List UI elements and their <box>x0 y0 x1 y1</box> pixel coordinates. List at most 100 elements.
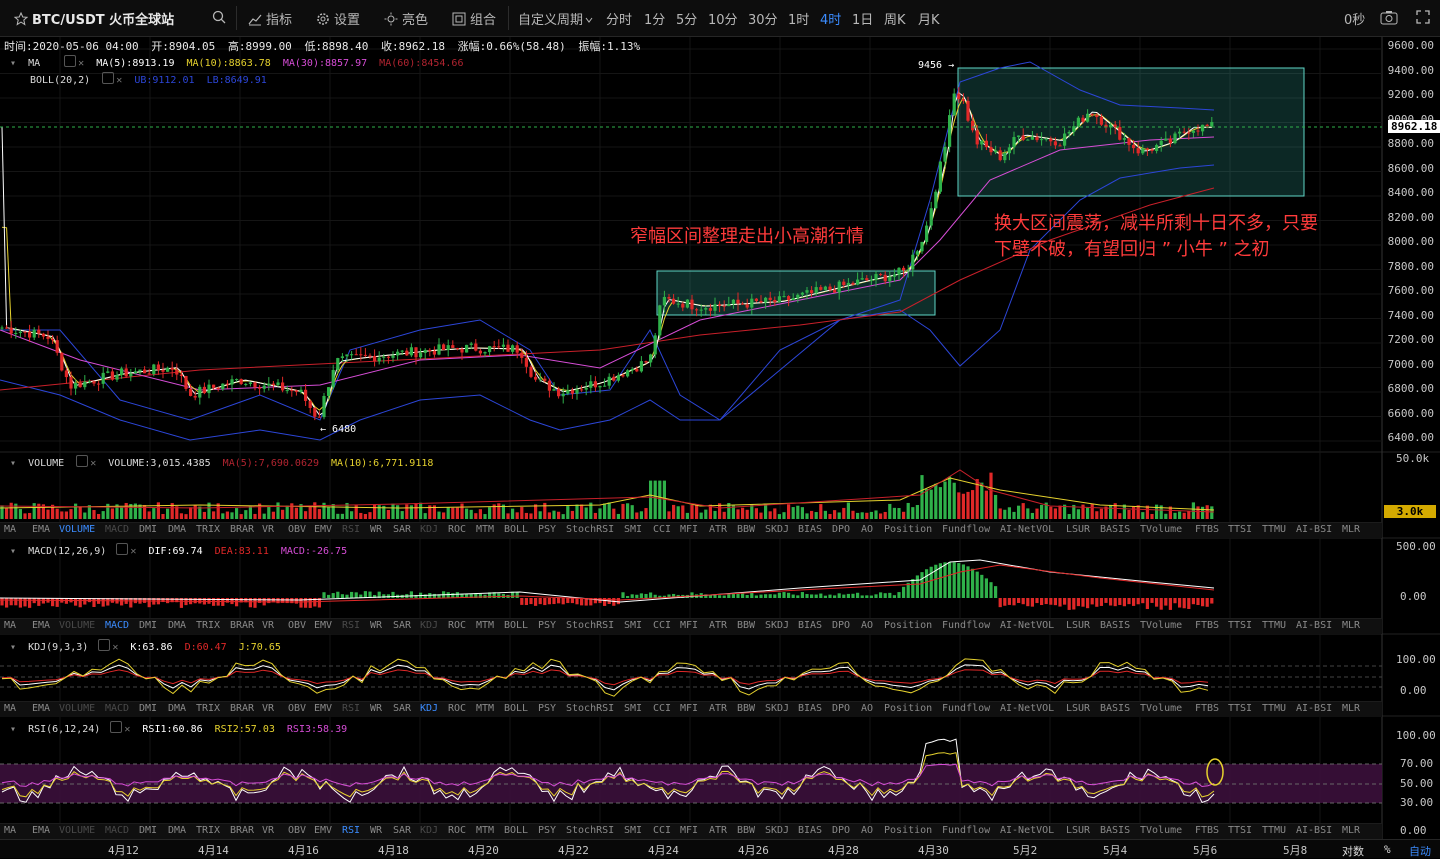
indicator-tab-sar[interactable]: SAR <box>393 524 411 535</box>
indicator-tab-ao[interactable]: AO <box>861 524 873 535</box>
indicator-tab-ttsi[interactable]: TTSI <box>1228 703 1252 714</box>
custom-period-dropdown[interactable]: 自定义周期 <box>518 9 593 28</box>
indicator-tab-atr[interactable]: ATR <box>709 524 727 535</box>
period-tab[interactable]: 分时 <box>606 9 632 28</box>
indicator-tab-mfi[interactable]: MFI <box>680 620 698 631</box>
indicator-tab-psy[interactable]: PSY <box>538 703 556 714</box>
indicator-settings-icon[interactable] <box>102 72 115 84</box>
indicator-tab-mlr[interactable]: MLR <box>1342 620 1360 631</box>
indicator-tab-atr[interactable]: ATR <box>709 825 727 836</box>
indicator-tab-volume[interactable]: VOLUME <box>59 825 95 836</box>
indicator-tab-psy[interactable]: PSY <box>538 524 556 535</box>
indicator-tab-smi[interactable]: SMI <box>624 524 642 535</box>
indicator-tab-tvolume[interactable]: TVolume <box>1140 703 1182 714</box>
indicator-tab-bias[interactable]: BIAS <box>798 825 822 836</box>
close-icon[interactable]: ✕ <box>90 458 96 469</box>
indicator-tab-dpo[interactable]: DPO <box>832 524 850 535</box>
indicator-tab-position[interactable]: Position <box>884 620 932 631</box>
indicator-settings-icon[interactable] <box>98 639 111 651</box>
indicator-tab-kdj[interactable]: KDJ <box>420 703 438 714</box>
indicator-tab-roc[interactable]: ROC <box>448 703 466 714</box>
indicator-tab-skdj[interactable]: SKDJ <box>765 825 789 836</box>
indicator-tab-macd[interactable]: MACD <box>105 703 129 714</box>
indicator-tab-mtm[interactable]: MTM <box>476 703 494 714</box>
indicator-tab-cci[interactable]: CCI <box>653 825 671 836</box>
indicator-tab-trix[interactable]: TRIX <box>196 825 220 836</box>
indicator-tab-dpo[interactable]: DPO <box>832 825 850 836</box>
indicator-tab-roc[interactable]: ROC <box>448 524 466 535</box>
indicator-tab-lsur[interactable]: LSUR <box>1066 825 1090 836</box>
close-icon[interactable]: ✕ <box>116 75 122 86</box>
indicator-tab-wr[interactable]: WR <box>370 703 382 714</box>
indicator-tab-position[interactable]: Position <box>884 825 932 836</box>
indicator-tab-mlr[interactable]: MLR <box>1342 524 1360 535</box>
indicator-tab-tvolume[interactable]: TVolume <box>1140 825 1182 836</box>
indicator-tab-kdj[interactable]: KDJ <box>420 825 438 836</box>
period-tab[interactable]: 1日 <box>852 9 873 28</box>
date-axis[interactable]: 4月12 4月14 4月16 4月18 4月20 4月22 4月24 4月26 4月28 4月30… <box>0 839 1440 858</box>
indicator-tab-bias[interactable]: BIAS <box>798 703 822 714</box>
indicator-tab-cci[interactable]: CCI <box>653 703 671 714</box>
indicator-tab-fundflow[interactable]: Fundflow <box>942 703 990 714</box>
indicator-tab-ao[interactable]: AO <box>861 825 873 836</box>
collapse-arrow-icon[interactable]: ▾ <box>10 458 16 469</box>
indicator-tab-mtm[interactable]: MTM <box>476 524 494 535</box>
indicator-tab-rsi[interactable]: RSI <box>342 524 360 535</box>
indicator-tab-smi[interactable]: SMI <box>624 825 642 836</box>
indicator-tab-mtm[interactable]: MTM <box>476 825 494 836</box>
indicator-tab-smi[interactable]: SMI <box>624 703 642 714</box>
indicator-tab-ftbs[interactable]: FTBS <box>1195 825 1219 836</box>
indicator-tab-dma[interactable]: DMA <box>168 703 186 714</box>
indicator-tab-brar[interactable]: BRAR <box>230 524 254 535</box>
indicator-tab-ttsi[interactable]: TTSI <box>1228 825 1252 836</box>
indicator-tab-position[interactable]: Position <box>884 524 932 535</box>
indicator-tab-ma[interactable]: MA <box>4 825 16 836</box>
indicator-tab-kdj[interactable]: KDJ <box>420 620 438 631</box>
indicator-tab-skdj[interactable]: SKDJ <box>765 703 789 714</box>
indicator-tab-bbw[interactable]: BBW <box>737 825 755 836</box>
percent-scale-toggle[interactable]: % <box>1384 843 1391 856</box>
indicator-tab-dpo[interactable]: DPO <box>832 620 850 631</box>
indicator-tab-boll[interactable]: BOLL <box>504 524 528 535</box>
indicator-tab-bias[interactable]: BIAS <box>798 620 822 631</box>
indicator-tab-skdj[interactable]: SKDJ <box>765 620 789 631</box>
indicator-tab-rsi[interactable]: RSI <box>342 703 360 714</box>
indicator-tab-fundflow[interactable]: Fundflow <box>942 524 990 535</box>
period-tab[interactable]: 30分 <box>748 9 778 28</box>
indicator-tab-dma[interactable]: DMA <box>168 524 186 535</box>
period-tab[interactable]: 5分 <box>676 9 697 28</box>
indicator-tab-lsur[interactable]: LSUR <box>1066 703 1090 714</box>
indicator-tab-macd[interactable]: MACD <box>105 620 129 631</box>
indicator-tab-ma[interactable]: MA <box>4 524 16 535</box>
indicator-tab-fundflow[interactable]: Fundflow <box>942 620 990 631</box>
combo-button[interactable]: 组合 <box>452 9 496 28</box>
indicator-tab-volume[interactable]: VOLUME <box>59 703 95 714</box>
indicator-tab-ttmu[interactable]: TTMU <box>1262 703 1286 714</box>
indicator-tab-ftbs[interactable]: FTBS <box>1195 524 1219 535</box>
indicator-tab-fundflow[interactable]: Fundflow <box>942 825 990 836</box>
close-icon[interactable]: ✕ <box>78 58 84 69</box>
indicator-tab-mfi[interactable]: MFI <box>680 825 698 836</box>
indicator-tab-psy[interactable]: PSY <box>538 620 556 631</box>
indicator-tab-ema[interactable]: EMA <box>32 620 50 631</box>
indicator-tab-ema[interactable]: EMA <box>32 825 50 836</box>
symbol-selector[interactable]: BTC/USDT 火币全球站 <box>14 9 174 28</box>
indicator-tab-macd[interactable]: MACD <box>105 524 129 535</box>
indicator-tab-ttmu[interactable]: TTMU <box>1262 620 1286 631</box>
collapse-arrow-icon[interactable]: ▾ <box>10 642 16 653</box>
collapse-arrow-icon[interactable]: ▾ <box>10 546 16 557</box>
indicator-tab-volume[interactable]: VOLUME <box>59 620 95 631</box>
indicator-tab-brar[interactable]: BRAR <box>230 620 254 631</box>
indicator-tab-stochrsi[interactable]: StochRSI <box>566 825 614 836</box>
close-icon[interactable]: ✕ <box>130 546 136 557</box>
close-icon[interactable]: ✕ <box>112 642 118 653</box>
indicator-tab-bbw[interactable]: BBW <box>737 703 755 714</box>
indicator-tab-basis[interactable]: BASIS <box>1100 825 1130 836</box>
indicator-tab-tvolume[interactable]: TVolume <box>1140 524 1182 535</box>
indicator-tab-wr[interactable]: WR <box>370 524 382 535</box>
indicator-tab-vr[interactable]: VR <box>262 703 274 714</box>
indicator-tab-basis[interactable]: BASIS <box>1100 703 1130 714</box>
indicator-tab-trix[interactable]: TRIX <box>196 703 220 714</box>
indicator-tab-stochrsi[interactable]: StochRSI <box>566 703 614 714</box>
indicator-tab-ai-bsi[interactable]: AI-BSI <box>1296 620 1332 631</box>
